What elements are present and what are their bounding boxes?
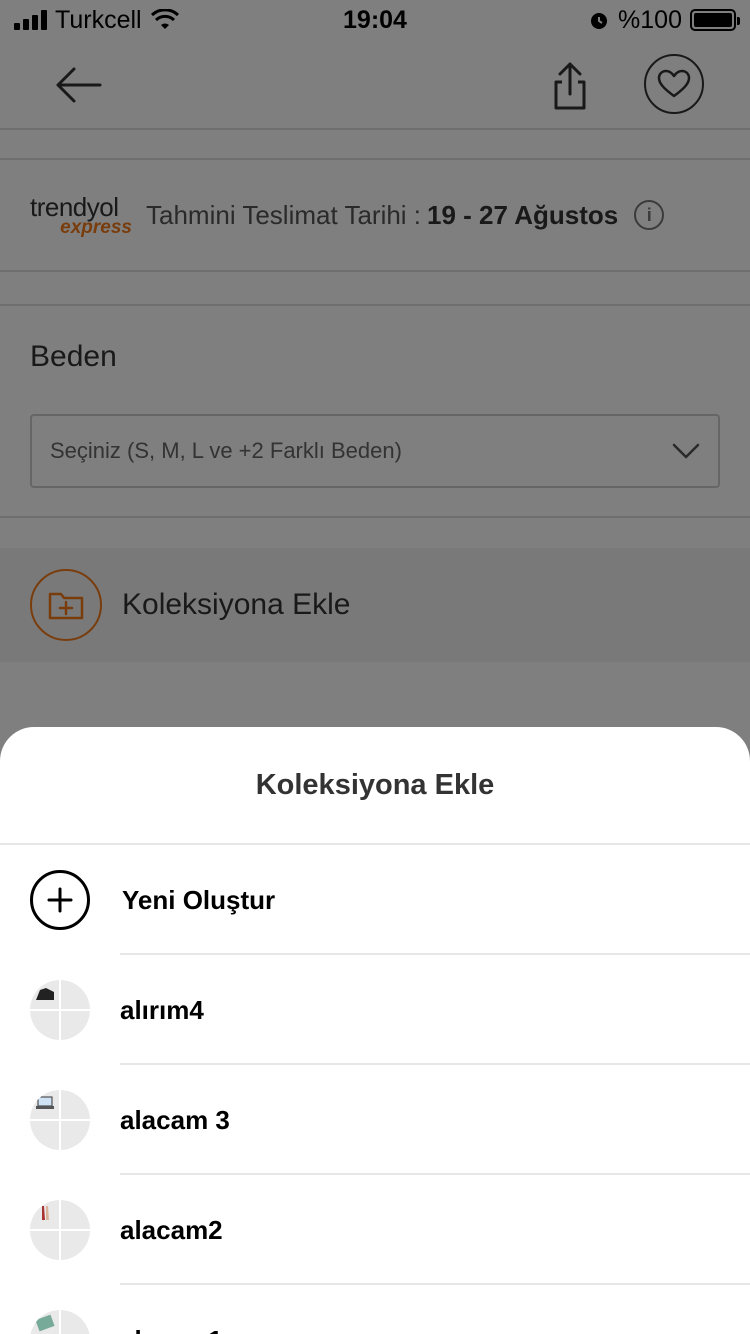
collection-thumbnail: [30, 980, 90, 1040]
collection-row[interactable]: alırım4: [0, 955, 750, 1065]
product-thumbnail-icon: [35, 1314, 55, 1332]
create-new-collection-row[interactable]: Yeni Oluştur: [0, 845, 750, 955]
collection-thumbnail: [30, 1200, 90, 1260]
collection-row[interactable]: alacam2: [0, 1175, 750, 1285]
collection-name: alacam1: [120, 1325, 223, 1334]
collection-row[interactable]: alacam1: [0, 1285, 750, 1334]
collection-name: alacam 3: [120, 1104, 230, 1135]
sheet-title: Koleksiyona Ekle: [0, 727, 750, 845]
collection-name: alacam2: [120, 1214, 223, 1245]
product-thumbnail-icon: [42, 1206, 49, 1220]
collection-thumbnail: [30, 1310, 90, 1334]
collection-thumbnail: [30, 1090, 90, 1150]
create-new-label: Yeni Oluştur: [122, 884, 276, 915]
collection-name: alırım4: [120, 994, 204, 1025]
collection-bottom-sheet: Koleksiyona Ekle Yeni Oluştur alırım4 al…: [0, 727, 750, 1334]
collection-row[interactable]: alacam 3: [0, 1065, 750, 1175]
product-thumbnail-icon: [36, 1096, 54, 1109]
product-thumbnail-icon: [36, 988, 54, 1000]
plus-icon: [30, 870, 90, 930]
